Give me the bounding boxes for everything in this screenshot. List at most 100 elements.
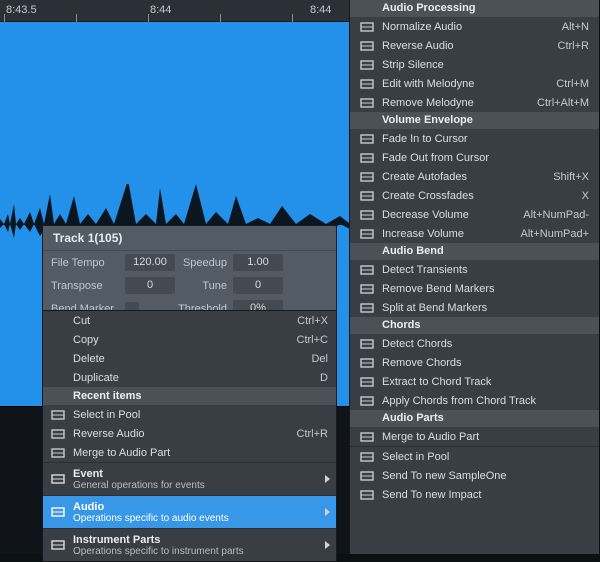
- fade-in-icon: [359, 131, 375, 147]
- menu-item[interactable]: Strip Silence: [350, 55, 599, 74]
- menu-item[interactable]: Merge to Audio Part: [350, 427, 599, 446]
- remove-chords-icon: [359, 355, 375, 371]
- fade-out-icon: [359, 150, 375, 166]
- submenu-event[interactable]: EventGeneral operations for events: [43, 463, 336, 495]
- menu-item-label: Split at Bend Markers: [382, 302, 487, 314]
- menu-item[interactable]: Normalize AudioAlt+N: [350, 17, 599, 36]
- menu-item[interactable]: Decrease Volume Alt+NumPad-: [350, 205, 599, 224]
- reverse-icon: [50, 426, 66, 442]
- menu-item-shortcut: Alt+NumPad-: [523, 209, 589, 221]
- menu-item[interactable]: Detect Chords: [350, 334, 599, 353]
- menu-item-label: Remove Bend Markers: [382, 283, 495, 295]
- submenu-title: Audio: [73, 501, 336, 513]
- menu-item-delete[interactable]: DeleteDel: [43, 349, 336, 368]
- submenu-title: Instrument Parts: [73, 534, 336, 546]
- melodyne-edit-icon: [359, 76, 375, 92]
- menu-item-shortcut: Ctrl+R: [297, 428, 328, 440]
- submenu-section-header: Audio Bend: [350, 243, 599, 260]
- split-bend-icon: [359, 300, 375, 316]
- menu-item-label: Normalize Audio: [382, 21, 462, 33]
- ruler-label: 8:44: [150, 4, 171, 16]
- info-label: Tune: [175, 280, 233, 292]
- submenu-audio[interactable]: AudioOperations specific to audio events: [43, 496, 336, 528]
- menu-item-shortcut: Ctrl+M: [556, 78, 589, 90]
- crossfades-icon: [359, 188, 375, 204]
- menu-item[interactable]: Create CrossfadesX: [350, 186, 599, 205]
- submenu-desc: Operations specific to audio events: [73, 513, 336, 524]
- menu-item[interactable]: Fade In to Cursor: [350, 129, 599, 148]
- menu-item-label: Decrease Volume: [382, 209, 469, 221]
- menu-item-label: Cut: [73, 315, 90, 327]
- menu-item-shortcut: Shift+X: [553, 171, 589, 183]
- context-menu: Cut Ctrl+X CopyCtrl+CDeleteDelDuplicateD R…: [42, 310, 337, 562]
- menu-item-label: Merge to Audio Part: [73, 447, 170, 459]
- menu-item-recent[interactable]: Reverse AudioCtrl+R: [43, 424, 336, 443]
- info-row: Transpose0Tune0: [43, 274, 336, 297]
- menu-item-shortcut: Ctrl+X: [297, 315, 328, 327]
- submenu-desc: General operations for events: [73, 480, 336, 491]
- menu-item[interactable]: Remove MelodyneCtrl+Alt+M: [350, 93, 599, 112]
- info-value[interactable]: 1.00: [233, 254, 283, 271]
- menu-item[interactable]: Remove Bend Markers: [350, 279, 599, 298]
- autofades-icon: [359, 169, 375, 185]
- info-label: Speedup: [175, 257, 233, 269]
- menu-item-shortcut: Del: [311, 353, 328, 365]
- menu-item-label: Select in Pool: [382, 451, 449, 463]
- menu-item-copy[interactable]: CopyCtrl+C: [43, 330, 336, 349]
- menu-item[interactable]: Send To new Impact: [350, 485, 599, 504]
- menu-item-recent[interactable]: Select in Pool: [43, 405, 336, 424]
- menu-item[interactable]: Reverse AudioCtrl+R: [350, 36, 599, 55]
- menu-item[interactable]: Create AutofadesShift+X: [350, 167, 599, 186]
- pool-icon: [50, 407, 66, 423]
- info-value[interactable]: 0: [125, 277, 175, 294]
- apply-chords-icon: [359, 393, 375, 409]
- remove-bend-icon: [359, 281, 375, 297]
- menu-item-label: Duplicate: [73, 372, 119, 384]
- menu-item-shortcut: Alt+NumPad+: [521, 228, 589, 240]
- menu-item-label: Fade Out from Cursor: [382, 152, 489, 164]
- menu-item-shortcut: Ctrl+Alt+M: [537, 97, 589, 109]
- menu-item[interactable]: Select in Pool: [350, 447, 599, 466]
- menu-item[interactable]: Extract to Chord Track: [350, 372, 599, 391]
- info-row: File Tempo120.00Speedup1.00: [43, 251, 336, 274]
- pool-icon: [359, 449, 375, 465]
- menu-item-label: Strip Silence: [382, 59, 444, 71]
- menu-item[interactable]: Detect Transients: [350, 260, 599, 279]
- vol-down-icon: [359, 207, 375, 223]
- menu-item[interactable]: Apply Chords from Chord Track: [350, 391, 599, 410]
- submenu-desc: Operations specific to instrument parts: [73, 546, 336, 557]
- menu-item-recent[interactable]: Merge to Audio Part: [43, 443, 336, 462]
- submenu-section-header: Audio Parts: [350, 410, 599, 427]
- submenu-instrument-parts[interactable]: Instrument PartsOperations specific to i…: [43, 529, 336, 561]
- clip-title: Track 1(105): [43, 226, 336, 251]
- menu-item-label: Copy: [73, 334, 99, 346]
- chevron-right-icon: [325, 508, 330, 516]
- menu-item-cut[interactable]: Cut Ctrl+X: [43, 311, 336, 330]
- menu-item-label: Detect Transients: [382, 264, 468, 276]
- info-value[interactable]: 120.00: [125, 254, 175, 271]
- melodyne-remove-icon: [359, 95, 375, 111]
- menu-item[interactable]: Split at Bend Markers: [350, 298, 599, 317]
- menu-item-shortcut: X: [582, 190, 589, 202]
- menu-item[interactable]: Increase VolumeAlt+NumPad+: [350, 224, 599, 243]
- info-label: Transpose: [51, 280, 125, 292]
- menu-item-duplicate[interactable]: DuplicateD: [43, 368, 336, 387]
- submenu-title: Event: [73, 468, 336, 480]
- menu-item-label: Send To new Impact: [382, 489, 481, 501]
- menu-item[interactable]: Fade Out from Cursor: [350, 148, 599, 167]
- menu-item[interactable]: Remove Chords: [350, 353, 599, 372]
- menu-item[interactable]: Edit with MelodyneCtrl+M: [350, 74, 599, 93]
- detect-chords-icon: [359, 336, 375, 352]
- info-value[interactable]: 0: [233, 277, 283, 294]
- submenu-section-header: Volume Envelope: [350, 112, 599, 129]
- menu-item-label: Reverse Audio: [382, 40, 454, 52]
- menu-item-label: Detect Chords: [382, 338, 452, 350]
- submenu-section-header: Audio Processing: [350, 0, 599, 17]
- time-ruler[interactable]: 8:43.5 8:44 8:44: [0, 0, 350, 22]
- menu-item[interactable]: Send To new SampleOne: [350, 466, 599, 485]
- chevron-right-icon: [325, 541, 330, 549]
- submenu-section-header: Chords: [350, 317, 599, 334]
- detect-transients-icon: [359, 262, 375, 278]
- vol-up-icon: [359, 226, 375, 242]
- menu-item-label: Extract to Chord Track: [382, 376, 491, 388]
